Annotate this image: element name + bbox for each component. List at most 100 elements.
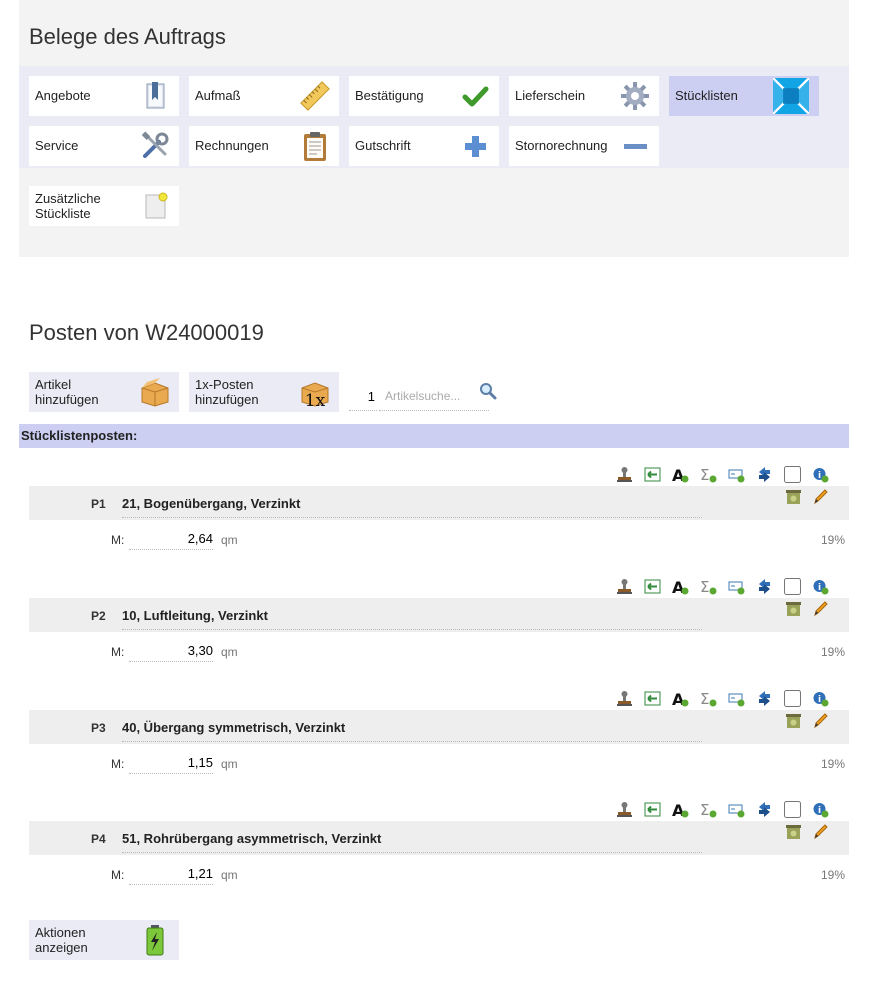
doc-tile-stuecklisten[interactable]: Stücklisten (669, 76, 819, 116)
svg-text:Σ: Σ (700, 801, 709, 818)
doc-tile-label: Service (35, 138, 79, 153)
positions-title: Posten von W24000019 (29, 320, 264, 345)
battery-icon (146, 925, 164, 956)
article-search-input[interactable] (379, 382, 489, 411)
stamp-icon[interactable] (616, 466, 633, 483)
add-once-item-button[interactable]: 1x-Posten hinzufügen 1x (189, 372, 339, 412)
stamp-icon[interactable] (616, 578, 633, 595)
doc-tile-rechnungen[interactable]: Rechnungen (189, 126, 339, 166)
trash-icon[interactable] (785, 823, 802, 840)
info-add-icon[interactable]: i (812, 801, 829, 818)
add-once-label: 1x-Posten hinzufügen (195, 377, 259, 407)
bookmark-icon (146, 82, 165, 109)
position-title[interactable]: 10, Luftleitung, Verzinkt (122, 608, 702, 630)
measure-value-input[interactable] (129, 863, 213, 885)
info-add-icon[interactable]: i (812, 578, 829, 595)
sum-add-icon[interactable]: Σ (700, 466, 717, 483)
stamp-icon[interactable] (616, 801, 633, 818)
doc-tile-label: Lieferschein (515, 88, 586, 103)
sum-add-icon[interactable]: Σ (700, 690, 717, 707)
svg-text:Σ: Σ (700, 578, 709, 595)
select-checkbox[interactable] (784, 690, 801, 707)
edit-pencil-icon[interactable] (812, 600, 829, 617)
field-add-icon[interactable] (728, 466, 745, 483)
doc-tile-aufmass[interactable]: Aufmaß (189, 76, 339, 116)
field-add-icon[interactable] (728, 801, 745, 818)
position-title[interactable]: 21, Bogenübergang, Verzinkt (122, 496, 702, 518)
ruler-icon (300, 81, 330, 111)
measure-value-input[interactable] (129, 752, 213, 774)
show-actions-button[interactable]: Aktionen anzeigen (29, 920, 179, 960)
measure-value-input[interactable] (129, 640, 213, 662)
measure-unit: qm (221, 645, 238, 659)
box-icon (141, 378, 169, 407)
info-add-icon[interactable]: i (812, 690, 829, 707)
text-format-icon[interactable]: A (672, 801, 689, 818)
doc-tile-zusaetzliche-stueckliste[interactable]: Zusätzliche Stückliste (29, 186, 179, 226)
select-checkbox[interactable] (784, 466, 801, 483)
doc-tile-label: Aufmaß (195, 88, 241, 103)
vat-rate: 19% (820, 645, 845, 659)
text-format-icon[interactable]: A (672, 578, 689, 595)
measure-label: M: (111, 868, 125, 882)
doc-tile-bestaetigung[interactable]: Bestätigung (349, 76, 499, 116)
vat-rate: 19% (820, 757, 845, 771)
select-checkbox[interactable] (784, 801, 801, 818)
text-format-icon[interactable]: A (672, 466, 689, 483)
insert-row-icon[interactable] (644, 690, 661, 707)
position-number: P1 (91, 497, 106, 511)
item-bar: P2 10, Luftleitung, Verzinkt (29, 598, 849, 632)
sum-add-icon[interactable]: Σ (700, 801, 717, 818)
text-format-icon[interactable]: A (672, 690, 689, 707)
info-add-icon[interactable]: i (812, 466, 829, 483)
once-box-icon: 1x (301, 382, 329, 408)
trash-icon[interactable] (785, 600, 802, 617)
item-toolbar: A Σ i (616, 801, 829, 821)
search-icon[interactable] (479, 382, 497, 400)
move-arrows-icon[interactable] (756, 578, 773, 595)
position-title[interactable]: 40, Übergang symmetrisch, Verzinkt (122, 720, 702, 742)
insert-row-icon[interactable] (644, 578, 661, 595)
edit-pencil-icon[interactable] (812, 712, 829, 729)
doc-tile-angebote[interactable]: Angebote (29, 76, 179, 116)
sum-add-icon[interactable]: Σ (700, 578, 717, 595)
insert-row-icon[interactable] (644, 466, 661, 483)
edit-pencil-icon[interactable] (812, 488, 829, 505)
list-item: A Σ i P3 40, Übergang symmetrisch, Verzi… (19, 690, 849, 802)
position-title[interactable]: 51, Rohrübergang asymmetrisch, Verzinkt (122, 831, 702, 853)
list-item: A Σ i P2 10, Luftleitung, Verzinkt M: 3,… (19, 578, 849, 690)
move-arrows-icon[interactable] (756, 801, 773, 818)
page: Belege des Auftrags Angebote Aufmaß Best… (19, 0, 849, 984)
stamp-icon[interactable] (616, 690, 633, 707)
doc-tile-label: Zusätzliche Stückliste (35, 191, 101, 221)
item-actions (785, 823, 829, 840)
doc-tile-gutschrift[interactable]: Gutschrift (349, 126, 499, 166)
item-actions (785, 712, 829, 729)
field-add-icon[interactable] (728, 578, 745, 595)
item-actions (785, 600, 829, 617)
doc-tile-lieferschein[interactable]: Lieferschein (509, 76, 659, 116)
list-item: A Σ i P4 51, Rohrübergang asymmetrisch, … (19, 801, 849, 913)
move-arrows-icon[interactable] (756, 690, 773, 707)
add-article-label: Artikel hinzufügen (35, 377, 99, 407)
measure-value-input[interactable] (129, 528, 213, 550)
doc-tile-label: Angebote (35, 88, 91, 103)
quantity-input[interactable] (349, 382, 377, 411)
documents-panel: Belege des Auftrags Angebote Aufmaß Best… (19, 0, 849, 257)
doc-tile-stornorechnung[interactable]: Stornorechnung (509, 126, 659, 166)
select-checkbox[interactable] (784, 578, 801, 595)
clipboard-icon (304, 132, 326, 161)
item-toolbar: A Σ i (616, 578, 829, 598)
doc-tile-service[interactable]: Service (29, 126, 179, 166)
edit-pencil-icon[interactable] (812, 823, 829, 840)
page-title: Belege des Auftrags (29, 24, 226, 49)
doc-tile-label: Stücklisten (675, 88, 738, 103)
trash-icon[interactable] (785, 488, 802, 505)
trash-icon[interactable] (785, 712, 802, 729)
field-add-icon[interactable] (728, 690, 745, 707)
insert-row-icon[interactable] (644, 801, 661, 818)
svg-text:i: i (818, 695, 821, 705)
add-article-button[interactable]: Artikel hinzufügen (29, 372, 179, 412)
checkmark-icon (462, 86, 489, 107)
move-arrows-icon[interactable] (756, 466, 773, 483)
